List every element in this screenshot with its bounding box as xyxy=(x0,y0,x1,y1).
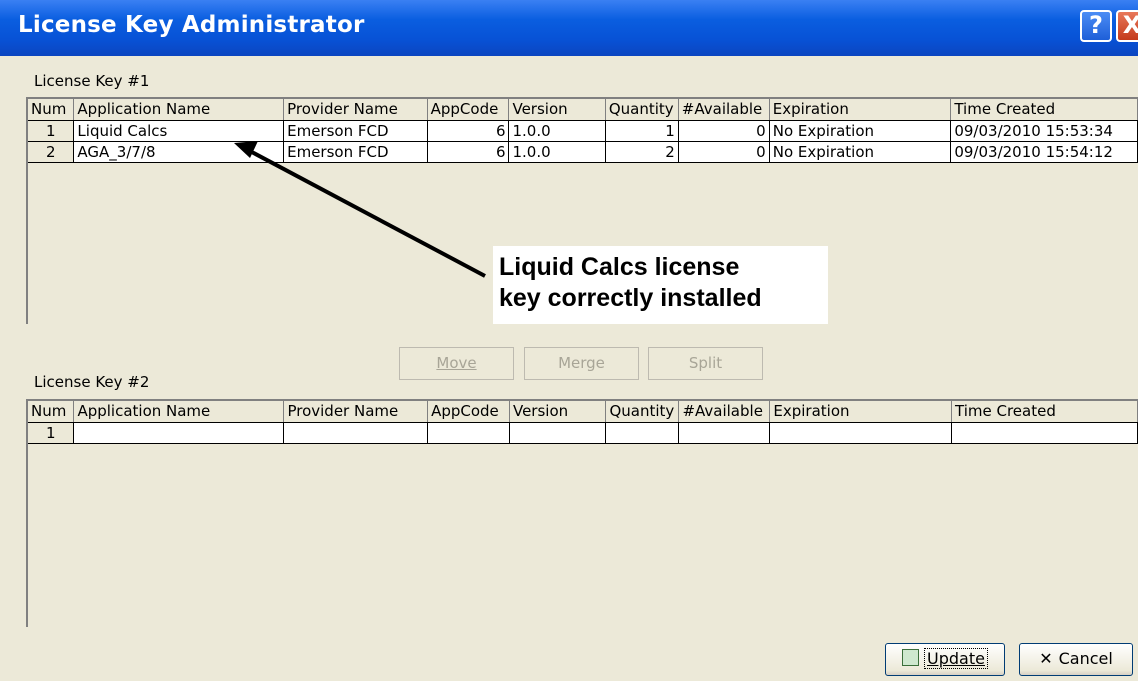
arrow-line xyxy=(247,148,486,278)
annotation-arrow xyxy=(234,141,486,278)
license-key-administrator-window: License Key Administrator ? X License Ke… xyxy=(0,0,1138,681)
